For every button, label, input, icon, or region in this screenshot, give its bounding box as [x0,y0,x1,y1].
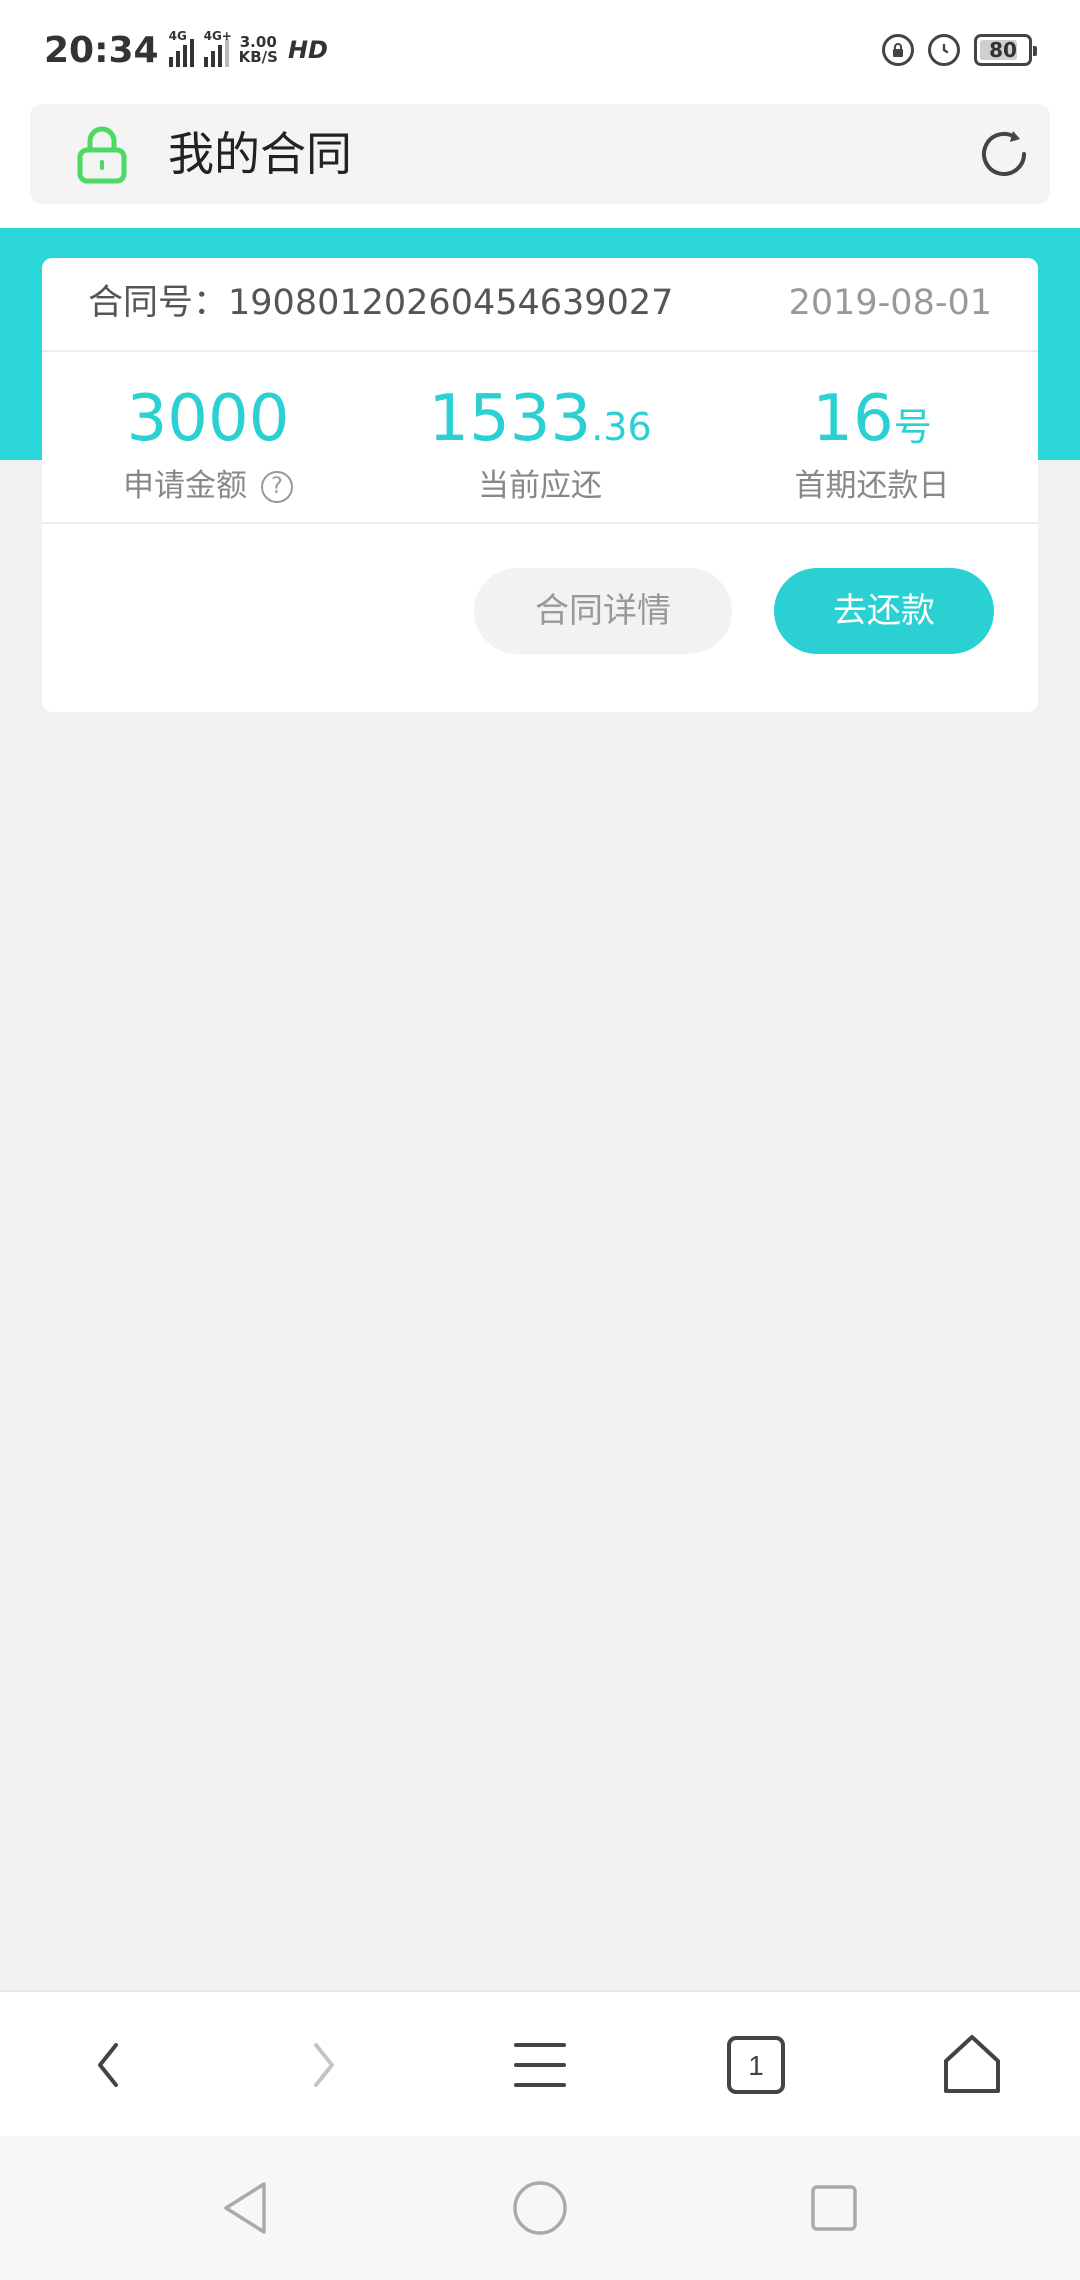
stat-current-due: 1533.36 当前应还 [374,354,706,524]
stat-value-small: 号 [893,405,932,449]
help-icon[interactable]: ? [261,471,293,503]
network-type-sim2: 4G+ [203,29,232,43]
stat-value: 1533.36 [374,384,706,462]
contract-number-label: 合同号： [88,283,229,323]
back-icon [98,2043,118,2087]
home-icon [944,2035,1000,2093]
alarm-icon [928,34,960,66]
nav-home-button[interactable] [440,2136,640,2280]
tabs-icon: 1 [727,2036,785,2094]
page-title: 我的合同 [168,127,352,181]
network-speed: 3.00 KB/S [239,35,278,65]
browser-toolbar: 1 [0,1990,1080,2136]
contract-detail-button[interactable]: 合同详情 [474,568,732,654]
battery-icon: 80 [974,34,1037,66]
contract-number-value: 19080120260454639027 [228,283,674,323]
stat-label-text: 申请金额 [123,468,247,504]
system-navigation-bar [0,2136,1080,2280]
forward-button[interactable] [216,1992,432,2138]
contract-stats: 3000 申请金额? 1533.36 当前应还 16号 首期还款日 [42,354,1038,524]
menu-icon [514,2043,566,2087]
stat-applied-amount: 3000 申请金额? [42,354,374,524]
stat-label: 申请金额? [42,464,374,508]
nav-home-icon [513,2181,567,2235]
nav-back-button[interactable] [146,2136,346,2280]
contract-actions: 合同详情 去还款 [42,526,1038,712]
stat-value-small: .36 [591,405,652,449]
rotation-lock-icon [882,34,914,66]
hd-voice-icon: HD [287,36,328,64]
forward-icon [314,2043,334,2087]
signal-icon-sim1: 4G [168,29,194,67]
nav-recents-button[interactable] [734,2136,934,2280]
stat-value-main: 1533 [428,382,592,456]
network-speed-unit: KB/S [238,48,278,66]
stat-label: 当前应还 [478,468,602,504]
menu-button[interactable] [432,1992,648,2138]
stat-value-main: 3000 [126,382,290,456]
status-right: 80 [882,34,1037,66]
tabs-button[interactable]: 1 [648,1992,864,2138]
contract-date: 2019-08-01 [788,283,992,323]
contract-header: 合同号：19080120260454639027 2019-08-01 [42,258,1038,352]
nav-back-icon [224,2182,266,2234]
battery-level: 80 [989,38,1017,62]
nav-recents-icon [811,2185,857,2231]
back-button[interactable] [0,1992,216,2138]
repay-button[interactable]: 去还款 [774,568,994,654]
stat-label: 首期还款日 [794,468,950,504]
tab-count: 1 [748,2050,764,2081]
network-type-sim1: 4G [168,29,187,43]
contract-card: 合同号：19080120260454639027 2019-08-01 3000… [42,258,1038,712]
refresh-icon[interactable] [976,126,1032,182]
stat-value-main: 16 [812,382,894,456]
browser-header: 我的合同 [0,100,1080,228]
stat-value: 3000 [42,384,374,462]
stat-value: 16号 [706,384,1038,462]
address-bar[interactable]: 我的合同 [30,104,1050,204]
status-bar: 20:34 4G 4G+ 3.00 KB/S HD 80 [0,0,1080,100]
home-button[interactable] [864,1992,1080,2138]
contract-number: 合同号：19080120260454639027 [88,278,673,328]
stat-first-repayment-day: 16号 首期还款日 [706,354,1038,524]
signal-icon-sim2: 4G+ [203,29,232,67]
status-time: 20:34 [44,29,159,71]
status-left: 20:34 4G 4G+ 3.00 KB/S HD [44,29,328,71]
lock-icon [77,126,127,184]
